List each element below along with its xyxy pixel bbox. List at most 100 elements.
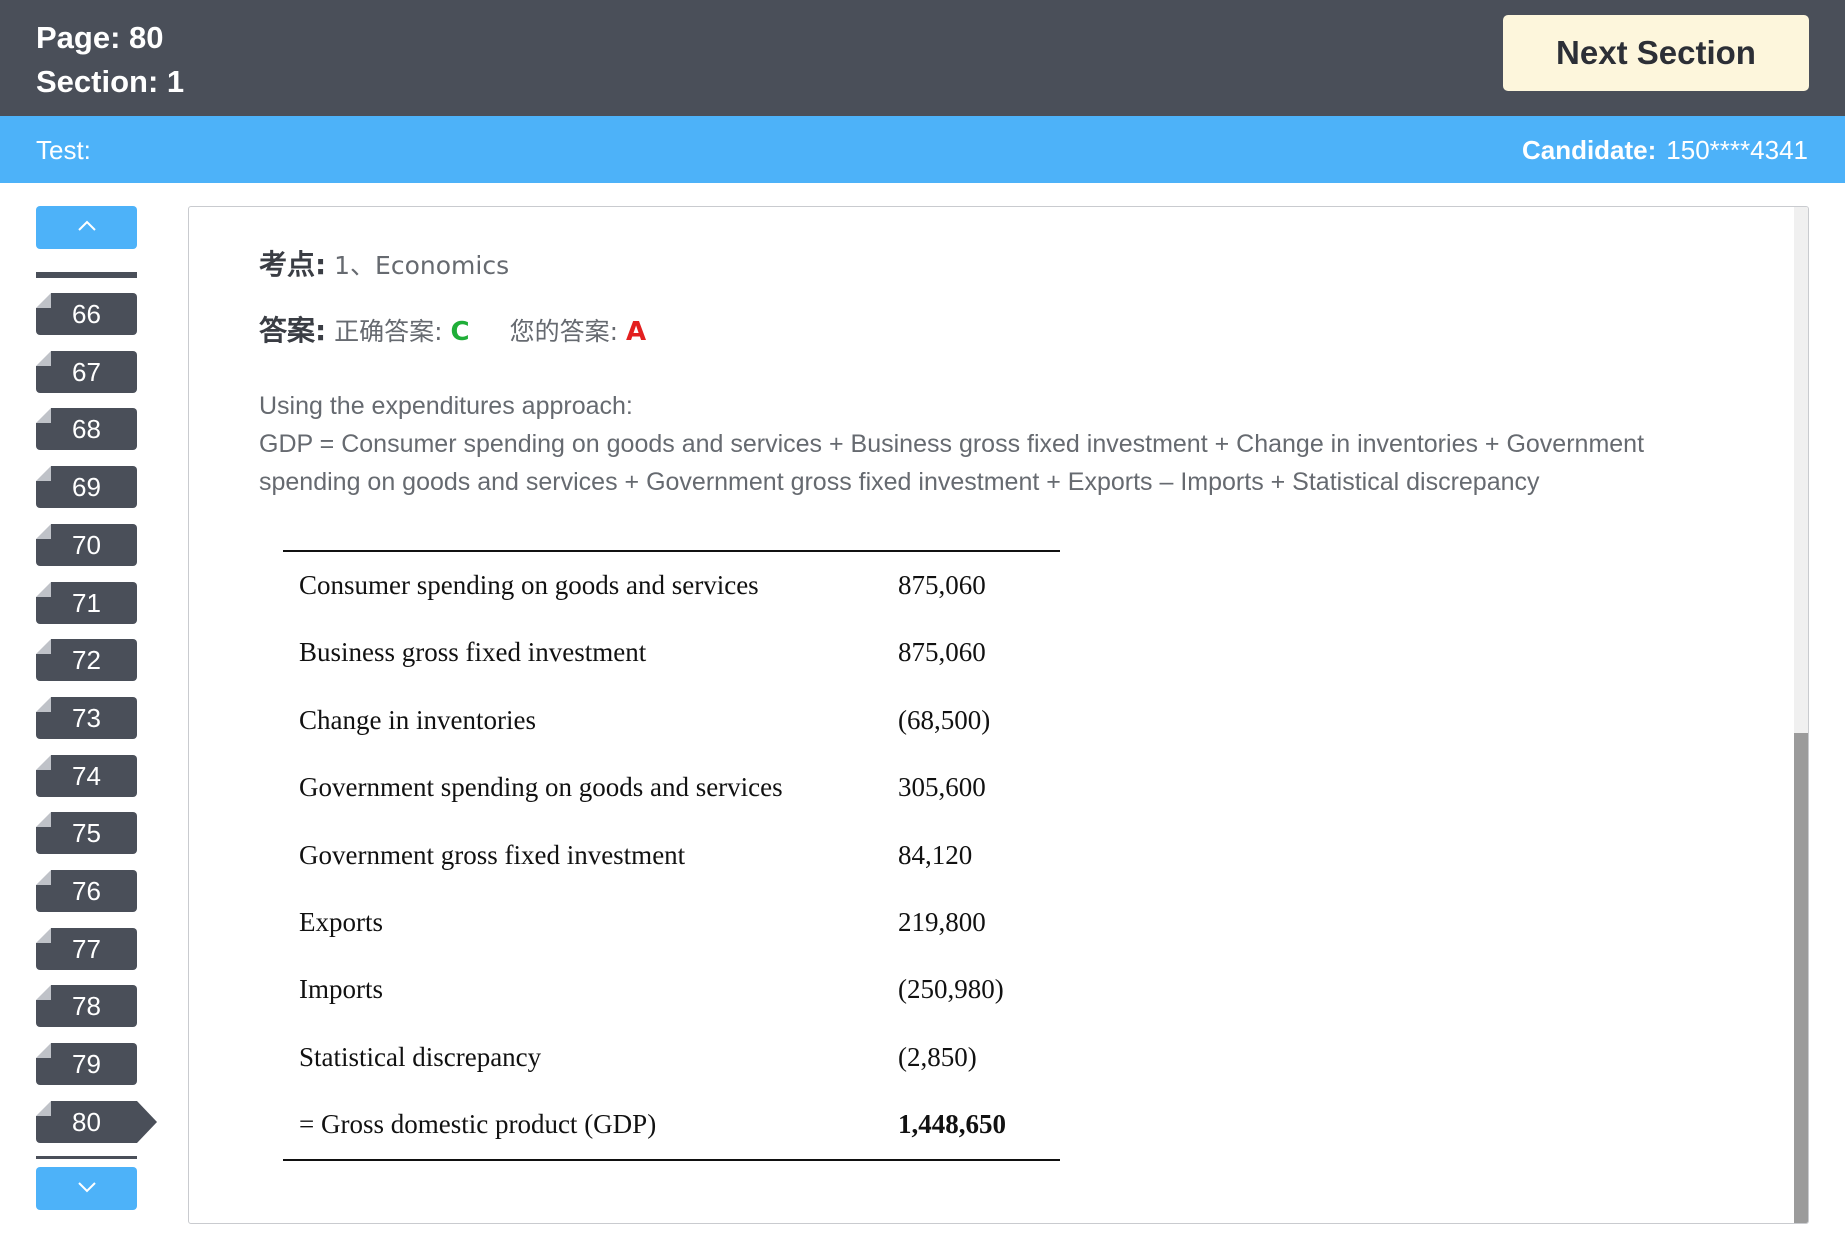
- row-item-label: Government spending on goods and service…: [299, 772, 783, 803]
- next-section-button[interactable]: Next Section: [1503, 15, 1809, 91]
- question-number: 71: [72, 587, 101, 618]
- candidate-info: Candidate: 150****4341: [1522, 135, 1808, 166]
- row-amount: 875,060: [898, 637, 986, 668]
- corner-fold-icon: [36, 870, 51, 885]
- corner-fold-icon: [36, 581, 51, 597]
- top-bar: Page: 80 Section: 1 Next Section: [0, 0, 1845, 116]
- your-answer-value: A: [625, 317, 647, 347]
- question-nav-item[interactable]: 69: [36, 466, 137, 509]
- corner-fold-icon: [36, 1100, 51, 1116]
- page-number: Page: 80: [36, 20, 164, 55]
- row-amount: 1,448,650: [898, 1109, 1006, 1140]
- table-row: Statistical discrepancy (2,850): [283, 1024, 1060, 1091]
- question-nav-item[interactable]: 67: [36, 350, 137, 393]
- question-panel: 考点: 1、Economics 答案: 正确答案: C 您的答案: A Usin…: [188, 206, 1809, 1224]
- corner-fold-icon: [36, 985, 51, 1001]
- table-row: Imports (250,980): [283, 956, 1060, 1023]
- scroll-down-button[interactable]: [36, 1167, 137, 1210]
- question-nav-item[interactable]: 79: [36, 1043, 137, 1086]
- row-item-label: Statistical discrepancy: [299, 1041, 542, 1072]
- answer-label: 答案:: [259, 314, 327, 347]
- question-number: 70: [72, 529, 101, 560]
- question-number: 74: [72, 760, 101, 791]
- question-nav-item[interactable]: 80: [36, 1100, 157, 1143]
- page-meta: Page: 80 Section: 1: [36, 16, 184, 104]
- explanation-formula: GDP = Consumer spending on goods and ser…: [259, 430, 1645, 496]
- question-nav-item[interactable]: 74: [36, 754, 137, 797]
- corner-fold-icon: [36, 927, 51, 943]
- panel-scrollbar[interactable]: [1794, 207, 1808, 1223]
- candidate-id: 150****4341: [1666, 135, 1808, 165]
- question-number: 79: [72, 1049, 101, 1080]
- question-nav-item[interactable]: 66: [36, 293, 137, 335]
- topic-row: 考点: 1、Economics: [259, 243, 1689, 283]
- question-nav-item[interactable]: 78: [36, 985, 137, 1028]
- corner-fold-icon: [36, 812, 51, 828]
- corner-fold-icon: [36, 466, 51, 482]
- table-row: Consumer spending on goods and services 8…: [283, 552, 1060, 619]
- topic-label: 考点:: [259, 248, 327, 281]
- corner-fold-icon: [36, 754, 51, 770]
- chevron-up-icon: [78, 220, 96, 231]
- info-bar: Test: Candidate: 150****4341: [0, 116, 1845, 183]
- question-nav-sidebar: 66 67 68 69 70 71 72 73 74 75 76 77 78 79 80: [0, 183, 180, 1251]
- row-amount: (2,850): [898, 1041, 977, 1072]
- corner-fold-icon: [36, 639, 51, 655]
- table-row: Business gross fixed investment 875,060: [283, 619, 1060, 686]
- row-item-label: Consumer spending on goods and services: [299, 570, 759, 600]
- row-amount: 305,600: [898, 772, 986, 803]
- question-number: 75: [72, 818, 101, 849]
- table-row: Exports 219,800: [283, 889, 1060, 956]
- question-nav-item[interactable]: 70: [36, 523, 137, 566]
- row-amount: 875,060: [898, 570, 986, 600]
- scroll-up-button[interactable]: [36, 206, 137, 249]
- answer-content: 考点: 1、Economics 答案: 正确答案: C 您的答案: A Usin…: [259, 243, 1689, 501]
- question-nav-item[interactable]: 71: [36, 581, 137, 624]
- question-nav-item[interactable]: 68: [36, 408, 137, 451]
- scrollbar-thumb[interactable]: [1794, 733, 1808, 1223]
- explanation-intro: Using the expenditures approach:: [259, 392, 633, 420]
- correct-answer-value: C: [450, 317, 470, 347]
- corner-fold-icon: [36, 350, 51, 366]
- question-nav-item[interactable]: 76: [36, 870, 137, 912]
- row-item-label: Business gross fixed investment: [299, 637, 647, 668]
- row-item-label: Government gross fixed investment: [299, 839, 686, 870]
- table-row: = Gross domestic product (GDP) 1,448,650: [283, 1091, 1060, 1158]
- question-number: 73: [72, 702, 101, 733]
- row-amount: (250,980): [898, 974, 1004, 1005]
- table-row: Government spending on goods and service…: [283, 754, 1060, 821]
- row-amount: 219,800: [898, 906, 986, 937]
- explanation: Using the expenditures approach: GDP = C…: [259, 387, 1689, 501]
- question-number: 72: [72, 645, 101, 676]
- corner-fold-icon: [36, 523, 51, 539]
- corner-fold-icon: [36, 696, 51, 712]
- list-scroll-indicator: [36, 272, 137, 278]
- table-row: Government gross fixed investment 84,120: [283, 822, 1060, 889]
- row-amount: 84,120: [898, 839, 973, 870]
- row-item-label: = Gross domestic product (GDP): [299, 1109, 657, 1140]
- corner-fold-icon: [36, 293, 51, 308]
- corner-fold-icon: [36, 408, 51, 424]
- question-number: 78: [72, 991, 101, 1022]
- question-number: 66: [72, 299, 101, 329]
- question-nav-item[interactable]: 77: [36, 927, 137, 970]
- candidate-label: Candidate:: [1521, 135, 1657, 165]
- question-nav-item[interactable]: 73: [36, 696, 137, 739]
- correct-answer-label: 正确答案:: [334, 317, 443, 346]
- question-number: 76: [72, 876, 101, 906]
- question-number: 68: [72, 414, 101, 445]
- section-number: Section: 1: [36, 64, 185, 99]
- corner-fold-icon: [36, 1043, 51, 1059]
- question-nav-item[interactable]: 75: [36, 812, 137, 855]
- row-item-label: Imports: [299, 974, 383, 1005]
- question-number: 69: [72, 472, 101, 503]
- gdp-table: Consumer spending on goods and services 8…: [283, 550, 1060, 1161]
- question-number: 77: [72, 933, 101, 964]
- question-number: 67: [72, 356, 101, 387]
- question-nav-item[interactable]: 72: [36, 639, 137, 682]
- row-item-label: Exports: [299, 906, 383, 937]
- row-item-label: Change in inventories: [299, 704, 536, 735]
- row-amount: (68,500): [898, 704, 991, 735]
- table-row: Change in inventories (68,500): [283, 687, 1060, 754]
- question-number: 80: [72, 1106, 101, 1137]
